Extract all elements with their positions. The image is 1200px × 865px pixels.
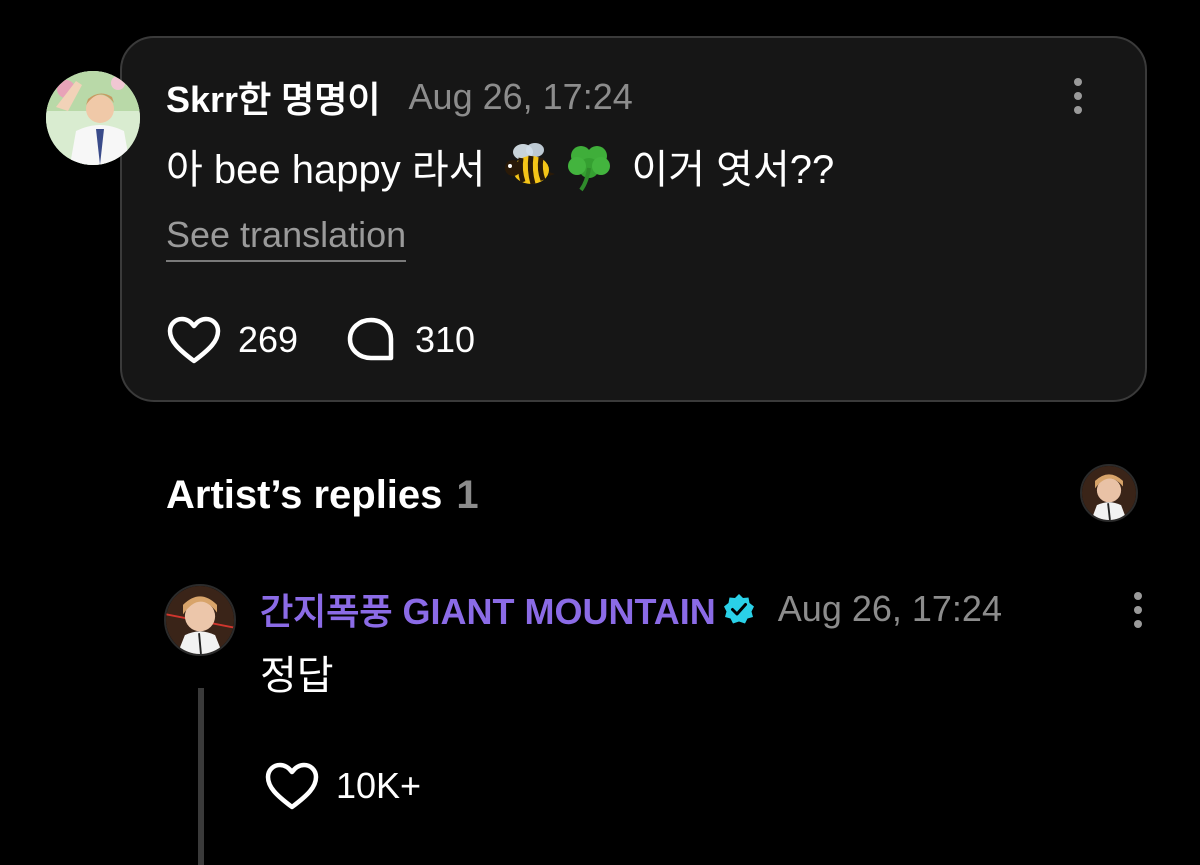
comment-text-before: 아 bee happy 라서 (166, 148, 486, 192)
artist-avatar-image (166, 586, 234, 654)
bee-emoji-icon (505, 143, 556, 185)
comment-reply-count: 310 (415, 319, 476, 360)
reply-author-avatar[interactable] (164, 584, 236, 656)
comment-like-button[interactable]: 269 (166, 314, 298, 366)
reply-more-options-icon[interactable] (1126, 588, 1150, 632)
comment-bubble-icon (347, 317, 394, 361)
reply-thread-line (198, 688, 204, 865)
reply-author-name[interactable]: 간지폭풍 GIANT MOUNTAIN (260, 583, 716, 635)
comment-like-count: 269 (238, 319, 299, 360)
heart-icon (167, 316, 221, 364)
reply-text: 정답 (260, 654, 334, 698)
reply-timestamp: Aug 26, 17:24 (777, 588, 1002, 629)
see-translation-link[interactable]: See translation (166, 214, 407, 262)
clover-emoji-icon (568, 146, 611, 192)
reply-like-button[interactable]: 10K+ (264, 760, 421, 812)
heart-icon (265, 762, 319, 810)
artist-replies-count: 1 (456, 472, 479, 517)
artist-replies-title: Artist’s replies (166, 472, 443, 517)
verified-badge-icon (723, 594, 754, 624)
comment-more-options-icon[interactable] (1066, 74, 1090, 118)
comment-timestamp: Aug 26, 17:24 (408, 76, 633, 117)
comment-author-name[interactable]: Skrr한 명명이 (166, 71, 381, 123)
reply-like-count: 10K+ (336, 765, 422, 806)
artist-replies-avatar[interactable] (1080, 464, 1138, 522)
commenter-avatar-image (46, 71, 140, 165)
artist-replies-heading: Artist’s replies 1 (166, 468, 479, 522)
comment-author-line: Skrr한 명명이 Aug 26, 17:24 (166, 74, 633, 120)
reply-author-line: 간지폭풍 GIANT MOUNTAIN Aug 26, 17:24 (260, 586, 1002, 632)
comment-text-after: 이거 엿서?? (631, 148, 835, 192)
comment-text: 아 bee happy 라서 이거 엿서?? (166, 138, 834, 194)
artist-avatar-image (1082, 466, 1136, 520)
comment-reply-button[interactable]: 310 (345, 314, 475, 366)
commenter-avatar[interactable] (46, 71, 140, 165)
